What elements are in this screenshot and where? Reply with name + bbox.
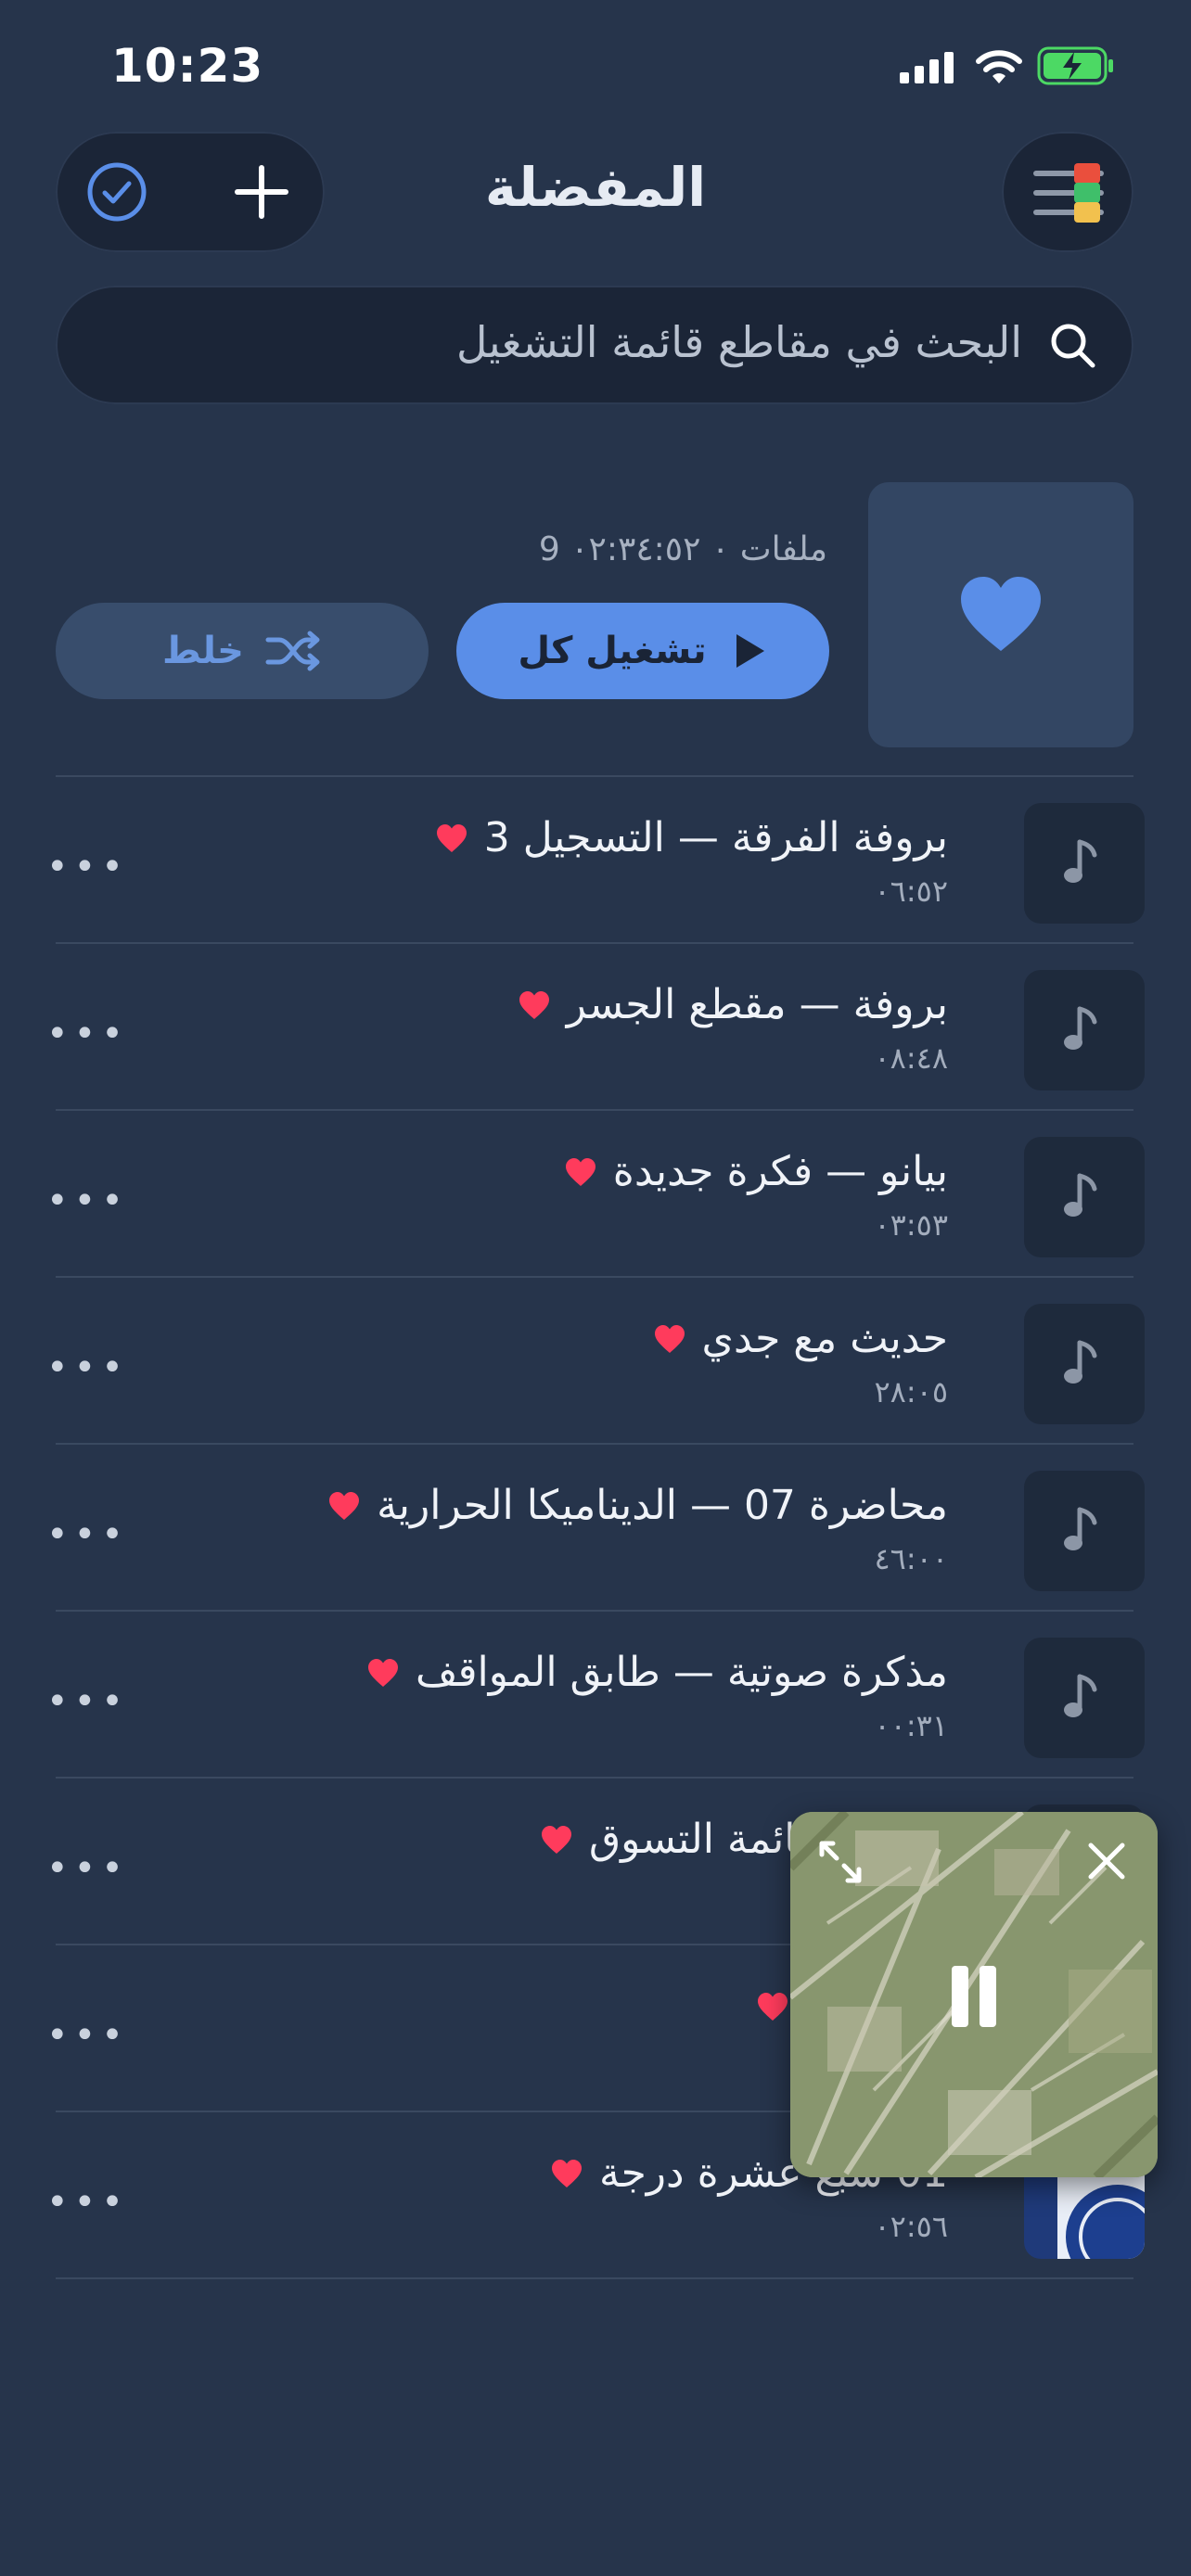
cellular-signal-icon: [900, 52, 954, 83]
track-duration: ٠٦:٥٢: [874, 874, 948, 909]
track-title: بروفة — مقطع الجسر: [519, 981, 948, 1028]
shuffle-label: خلط: [162, 630, 244, 672]
play-all-label: تشغيل كل: [518, 630, 707, 672]
favorite-heart-icon[interactable]: [551, 2159, 583, 2188]
status-time: 10:23: [111, 39, 264, 93]
filter-button[interactable]: [1002, 132, 1133, 252]
track-artwork: [1024, 1638, 1145, 1758]
favorite-heart-icon[interactable]: [436, 823, 467, 853]
favorite-heart-icon[interactable]: [654, 1324, 685, 1354]
shuffle-button[interactable]: خلط: [56, 603, 429, 699]
music-note-icon: [1064, 1674, 1097, 1717]
add-icon[interactable]: [224, 155, 299, 229]
more-options-icon[interactable]: •••: [46, 1847, 129, 1890]
more-options-icon[interactable]: •••: [46, 1346, 129, 1389]
track-title: بروفة الفرقة — التسجيل 3: [436, 814, 948, 861]
search-icon: [1051, 324, 1095, 368]
track-duration: ٠٨:٤٨: [874, 1040, 948, 1076]
track-title-text: حديث مع جدي: [701, 1315, 948, 1362]
pause-icon[interactable]: [948, 1966, 1000, 2027]
track-row[interactable]: حديث مع جدي ٢٨:٠٥ •••: [0, 1278, 1191, 1445]
track-title-text: محاضرة 07 — الديناميكا الحرارية: [377, 1482, 948, 1529]
more-options-icon[interactable]: •••: [46, 846, 129, 888]
track-artwork: [1024, 1304, 1145, 1424]
track-title: مذكرة صوتية — طابق المواقف: [367, 1649, 948, 1696]
more-options-icon[interactable]: •••: [46, 1013, 129, 1055]
more-options-icon[interactable]: •••: [46, 2014, 129, 2057]
music-note-icon: [1064, 1006, 1097, 1050]
track-artwork: [1024, 970, 1145, 1090]
more-options-icon[interactable]: •••: [46, 1513, 129, 1556]
divider: [56, 2277, 1133, 2279]
favorite-heart-icon[interactable]: [757, 1992, 788, 2021]
battery-charging-icon: [1037, 46, 1113, 85]
track-duration: ٢٨:٠٥: [874, 1374, 948, 1409]
track-row[interactable]: بروفة الفرقة — التسجيل 3 ٠٦:٥٢ •••: [0, 777, 1191, 944]
music-note-icon: [1064, 1340, 1097, 1384]
track-artwork: [1024, 1471, 1145, 1591]
play-icon: [736, 634, 764, 668]
track-title: بيانو — فكرة جديدة: [565, 1148, 948, 1195]
music-note-icon: [1064, 1507, 1097, 1550]
more-options-icon[interactable]: •••: [46, 2181, 129, 2224]
favorite-heart-icon[interactable]: [519, 990, 550, 1020]
expand-icon[interactable]: [816, 1838, 864, 1886]
shuffle-icon: [265, 631, 320, 671]
wifi-icon: [976, 50, 1022, 83]
search-placeholder: البحث في مقاطع قائمة التشغيل: [455, 317, 1022, 367]
track-title: حديث مع جدي: [654, 1315, 948, 1362]
track-title-text: بروفة الفرقة — التسجيل 3: [483, 814, 948, 861]
track-row[interactable]: محاضرة 07 — الديناميكا الحرارية ٤٦:٠٠ •••: [0, 1445, 1191, 1612]
search-input[interactable]: البحث في مقاطع قائمة التشغيل: [56, 286, 1133, 404]
track-row[interactable]: بيانو — فكرة جديدة ٠٣:٥٣ •••: [0, 1111, 1191, 1278]
track-title-text: بروفة — مقطع الجسر: [566, 981, 948, 1028]
favorite-heart-icon[interactable]: [328, 1491, 360, 1521]
header-actions-pill: [56, 132, 325, 252]
track-duration: ٠٣:٥٣: [874, 1207, 948, 1243]
filter-menu-icon: [1033, 163, 1104, 223]
track-artwork: [1024, 803, 1145, 924]
track-duration: ٠٢:٥٦: [874, 2209, 948, 2244]
page-title: المفضلة: [484, 156, 707, 219]
close-icon[interactable]: [1085, 1840, 1128, 1882]
picture-in-picture-player[interactable]: [790, 1812, 1158, 2177]
album-art-image: [1057, 2172, 1145, 2259]
music-note-icon: [1064, 1173, 1097, 1217]
track-row[interactable]: مذكرة صوتية — طابق المواقف ٠٠:٣١ •••: [0, 1612, 1191, 1779]
more-options-icon[interactable]: •••: [46, 1180, 129, 1222]
track-title-text: مذكرة صوتية — طابق المواقف: [415, 1649, 948, 1696]
select-check-icon[interactable]: [80, 155, 154, 229]
playlist-cover: [868, 482, 1133, 747]
track-artwork: [1024, 1137, 1145, 1257]
more-options-icon[interactable]: •••: [46, 1680, 129, 1723]
favorite-heart-icon[interactable]: [367, 1658, 399, 1688]
track-duration: ٠٠:٣١: [874, 1708, 948, 1743]
track-row[interactable]: بروفة — مقطع الجسر ٠٨:٤٨ •••: [0, 944, 1191, 1111]
favorite-heart-icon[interactable]: [541, 1825, 572, 1855]
music-note-icon: [1064, 839, 1097, 883]
favorite-heart-icon[interactable]: [565, 1157, 596, 1187]
play-all-button[interactable]: تشغيل كل: [456, 603, 829, 699]
track-title: محاضرة 07 — الديناميكا الحرارية: [328, 1482, 948, 1529]
heart-icon: [961, 577, 1041, 651]
track-duration: ٤٦:٠٠: [874, 1541, 948, 1576]
track-title-text: بيانو — فكرة جديدة: [612, 1148, 948, 1195]
playlist-meta: ملفات ٠ ٠٢:٣٤:٥٢ 9: [538, 530, 827, 568]
